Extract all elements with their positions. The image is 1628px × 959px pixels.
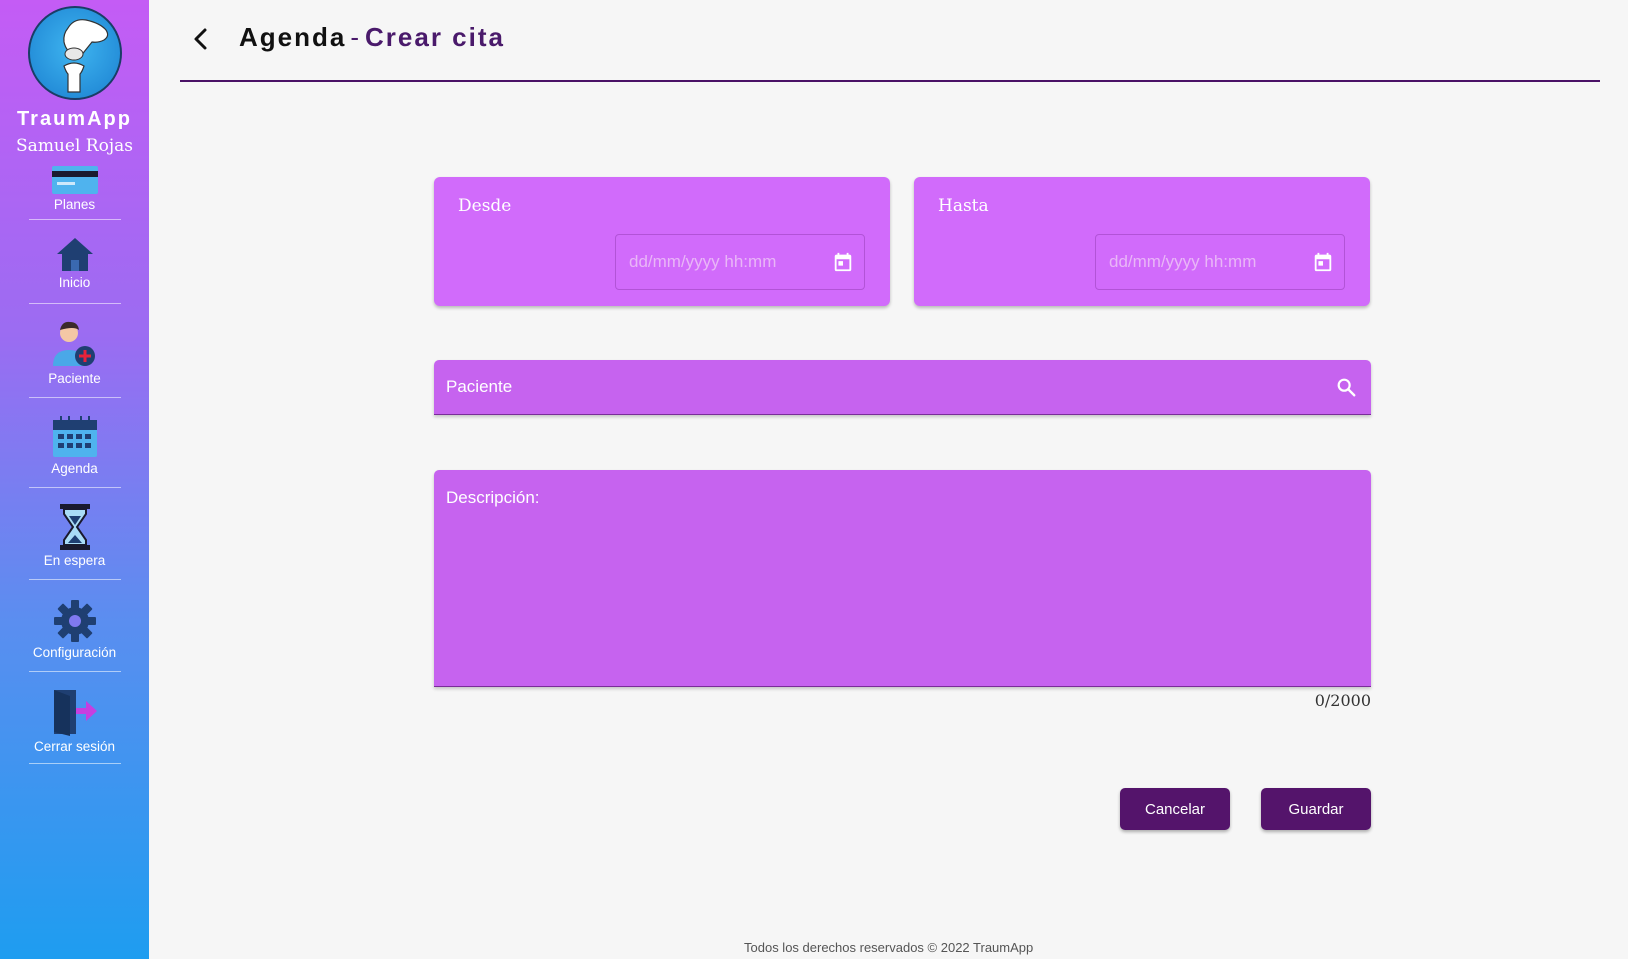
app-logo (27, 6, 122, 100)
sidebar-item-label: Inicio (58, 275, 91, 290)
sidebar-item-label: En espera (43, 553, 106, 568)
page-title-main: Agenda (239, 22, 347, 52)
page-title-separator: - (350, 22, 362, 52)
brand-name: TraumApp (17, 108, 132, 130)
sidebar-item-label: Planes (53, 197, 96, 212)
sidebar-item-label: Agenda (51, 461, 98, 476)
sidebar-item-configuracion[interactable]: Configuración (28, 580, 121, 672)
sidebar: TraumApp Samuel Rojas Planes Inicio Paci… (0, 0, 149, 959)
page-title-sub: Crear cita (365, 22, 505, 52)
to-datetime-placeholder: dd/mm/yyyy hh:mm (1109, 252, 1257, 271)
user-name: Samuel Rojas (16, 136, 133, 156)
footer-copyright: Todos los derechos reservados © 2022 Tra… (744, 940, 1034, 955)
sidebar-item-label: Configuración (32, 645, 117, 660)
patient-search-input[interactable]: Paciente (434, 360, 1371, 415)
home-icon (55, 234, 95, 272)
hourglass-icon (59, 504, 90, 550)
to-date-card: Hasta dd/mm/yyyy hh:mm (914, 177, 1370, 306)
description-textarea[interactable]: Descripción: (434, 470, 1371, 687)
page-title: Agenda - Crear cita (239, 22, 505, 53)
search-icon[interactable] (1335, 376, 1357, 403)
logout-door-icon (52, 688, 98, 736)
sidebar-item-planes[interactable]: Planes (28, 162, 121, 220)
cancel-button[interactable]: Cancelar (1120, 788, 1230, 830)
to-datetime-input[interactable]: dd/mm/yyyy hh:mm (1095, 234, 1345, 290)
gear-icon (53, 598, 96, 642)
calendar-picker-icon[interactable] (832, 251, 854, 278)
save-button[interactable]: Guardar (1261, 788, 1371, 830)
calendar-picker-icon[interactable] (1312, 251, 1334, 278)
back-button[interactable] (188, 24, 212, 54)
chevron-left-icon (194, 28, 207, 50)
page-header: Agenda - Crear cita (180, 0, 1600, 82)
patient-placeholder: Paciente (446, 377, 513, 396)
sidebar-item-inicio[interactable]: Inicio (28, 220, 121, 304)
sidebar-item-cerrar-sesion[interactable]: Cerrar sesión (28, 672, 121, 764)
from-date-card: Desde dd/mm/yyyy hh:mm (434, 177, 890, 306)
char-counter: 0/2000 (1314, 691, 1371, 710)
description-placeholder: Descripción: (446, 488, 540, 507)
sidebar-item-paciente[interactable]: Paciente (28, 304, 121, 398)
to-label: Hasta (938, 196, 989, 216)
sidebar-item-agenda[interactable]: Agenda (28, 398, 121, 488)
calendar-icon (52, 414, 98, 458)
sidebar-item-label: Cerrar sesión (33, 739, 116, 754)
from-datetime-placeholder: dd/mm/yyyy hh:mm (629, 252, 777, 271)
sidebar-nav: Planes Inicio Paciente Agenda En espera … (0, 162, 149, 764)
from-datetime-input[interactable]: dd/mm/yyyy hh:mm (615, 234, 865, 290)
sidebar-item-en-espera[interactable]: En espera (28, 488, 121, 580)
from-label: Desde (458, 196, 512, 216)
credit-card-icon (51, 162, 98, 194)
sidebar-item-label: Paciente (48, 371, 101, 386)
patient-add-icon (51, 320, 99, 368)
